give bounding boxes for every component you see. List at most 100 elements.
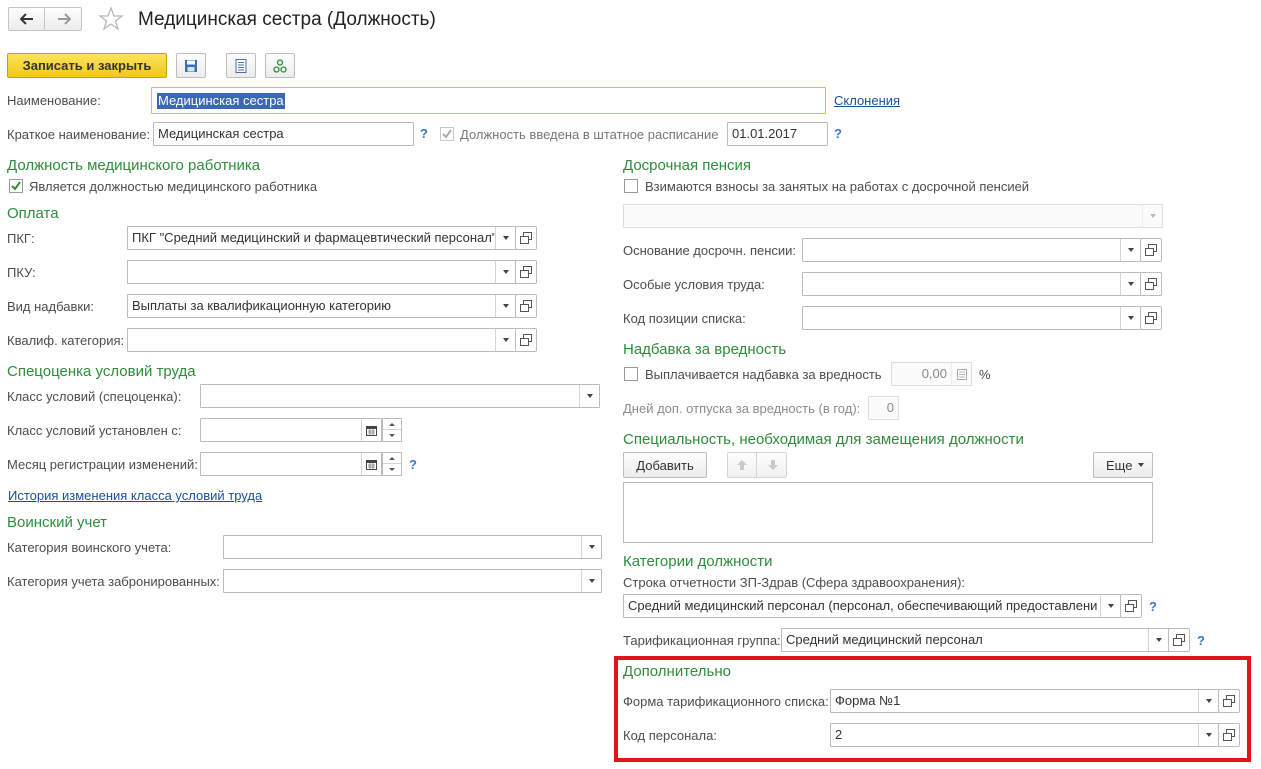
harm-section-title: Надбавка за вредность — [623, 341, 787, 358]
medical-worker-checkbox[interactable] — [9, 179, 23, 193]
pension-basis-open-button[interactable] — [1140, 238, 1162, 262]
spin-down-icon[interactable] — [383, 464, 401, 475]
add-specialty-button[interactable]: Добавить — [623, 452, 707, 478]
position-code-open-button[interactable] — [1140, 306, 1162, 330]
specialty-table[interactable] — [623, 482, 1153, 543]
checkmark-icon — [442, 129, 452, 139]
harm-percent-sign: % — [979, 367, 991, 382]
class-set-date-field[interactable] — [200, 418, 382, 442]
forward-button[interactable] — [46, 8, 82, 30]
pkg-open-button[interactable] — [515, 226, 537, 250]
harm-amount-field[interactable]: 0,00 — [891, 362, 972, 386]
back-button[interactable] — [9, 8, 45, 30]
dropdown-arrow-icon[interactable] — [581, 570, 601, 592]
arrow-left-icon — [19, 13, 33, 25]
pension-basis-field[interactable] — [802, 238, 1141, 262]
calculator-icon[interactable] — [951, 363, 971, 385]
spin-up-icon[interactable] — [383, 419, 401, 430]
open-window-icon — [520, 266, 532, 278]
pku-open-button[interactable] — [515, 260, 537, 284]
dropdown-arrow-icon[interactable] — [495, 329, 515, 351]
dropdown-arrow-icon[interactable] — [1198, 690, 1218, 712]
early-pension-checkbox[interactable] — [624, 179, 638, 193]
short-name-field[interactable]: Медицинская сестра — [153, 122, 414, 146]
spin-up-icon[interactable] — [383, 453, 401, 464]
position-code-label: Код позиции списка: — [623, 311, 746, 326]
staff-code-open-button[interactable] — [1218, 723, 1240, 747]
structure-button[interactable] — [265, 53, 295, 78]
reserved-category-label: Категория учета забронированных: — [7, 574, 220, 589]
pkg-field[interactable]: ПКГ "Средний медицинский и фармацевтичес… — [127, 226, 516, 250]
dropdown-arrow-icon[interactable] — [1120, 239, 1140, 261]
medical-worker-label: Является должностью медицинского работни… — [29, 179, 318, 194]
dropdown-arrow-icon[interactable] — [1148, 629, 1168, 651]
staff-code-field[interactable]: 2 — [830, 723, 1219, 747]
staff-schedule-checkbox[interactable] — [440, 127, 454, 141]
registration-month-spinner[interactable] — [382, 452, 402, 476]
tariff-form-open-button[interactable] — [1218, 689, 1240, 713]
tariff-group-field[interactable]: Средний медицинский персонал — [781, 628, 1169, 652]
staff-date-field[interactable]: 01.01.2017 — [727, 122, 828, 146]
pku-field[interactable] — [127, 260, 516, 284]
save-and-close-button[interactable]: Записать и закрыть — [7, 53, 167, 78]
name-field[interactable]: Медицинская сестра — [151, 87, 826, 114]
registration-month-field[interactable] — [200, 452, 382, 476]
qualification-open-button[interactable] — [515, 328, 537, 352]
declensions-link[interactable]: Склонения — [834, 93, 900, 109]
special-conditions-label: Особые условия труда: — [623, 277, 765, 292]
short-name-help-icon[interactable]: ? — [420, 126, 428, 142]
military-section-title: Воинский учет — [7, 514, 108, 531]
move-up-button[interactable] — [728, 453, 757, 477]
report-line-field[interactable]: Средний медицинский персонал (персонал, … — [623, 594, 1121, 618]
special-conditions-field[interactable] — [802, 272, 1141, 296]
dropdown-arrow-icon[interactable] — [495, 261, 515, 283]
calendar-icon[interactable] — [361, 453, 381, 475]
early-pension-select[interactable] — [623, 204, 1163, 228]
bonus-type-field[interactable]: Выплаты за квалификационную категорию — [127, 294, 516, 318]
class-history-link[interactable]: История изменения класса условий труда — [8, 488, 262, 504]
conditions-class-field[interactable] — [200, 384, 600, 408]
tariff-group-help-icon[interactable]: ? — [1197, 633, 1205, 649]
special-assessment-title: Спецоценка условий труда — [7, 363, 196, 380]
dropdown-arrow-icon[interactable] — [1120, 307, 1140, 329]
harm-amount-value: 0,00 — [921, 366, 947, 381]
class-set-date-label: Класс условий установлен с: — [7, 423, 182, 438]
bonus-type-open-button[interactable] — [515, 294, 537, 318]
qualification-field[interactable] — [127, 328, 516, 352]
dropdown-arrow-icon[interactable] — [1142, 205, 1162, 227]
pku-label: ПКУ: — [7, 265, 36, 280]
class-set-date-spinner[interactable] — [382, 418, 402, 442]
document-list-button[interactable] — [226, 53, 256, 78]
dropdown-arrow-icon[interactable] — [1100, 595, 1120, 617]
save-button[interactable] — [176, 53, 206, 78]
list-document-icon — [235, 58, 247, 73]
report-line-open-button[interactable] — [1120, 594, 1142, 618]
dropdown-arrow-icon[interactable] — [581, 536, 601, 558]
spin-down-icon[interactable] — [383, 430, 401, 441]
military-category-label: Категория воинского учета: — [7, 540, 172, 555]
arrow-up-icon — [737, 460, 747, 470]
military-category-field[interactable] — [223, 535, 602, 559]
calendar-icon[interactable] — [361, 419, 381, 441]
extra-vacation-field[interactable]: 0 — [868, 396, 899, 420]
tariff-form-field[interactable]: Форма №1 — [830, 689, 1219, 713]
special-conditions-open-button[interactable] — [1140, 272, 1162, 296]
more-button[interactable]: Еще — [1093, 452, 1153, 478]
dropdown-arrow-icon[interactable] — [579, 385, 599, 407]
favorite-star-icon[interactable] — [98, 6, 124, 32]
staff-schedule-label: Должность введена в штатное расписание — [460, 127, 719, 142]
report-line-help-icon[interactable]: ? — [1149, 599, 1157, 615]
position-code-field[interactable] — [802, 306, 1141, 330]
staff-date-help-icon[interactable]: ? — [834, 126, 842, 142]
pkg-label: ПКГ: — [7, 231, 35, 246]
dropdown-arrow-icon[interactable] — [495, 295, 515, 317]
reserved-category-field[interactable] — [223, 569, 602, 593]
move-down-button[interactable] — [758, 453, 787, 477]
specialty-section-title: Специальность, необходимая для замещения… — [623, 431, 1024, 448]
dropdown-arrow-icon[interactable] — [1198, 724, 1218, 746]
tariff-group-open-button[interactable] — [1168, 628, 1190, 652]
dropdown-arrow-icon[interactable] — [495, 227, 515, 249]
registration-month-help-icon[interactable]: ? — [409, 457, 417, 473]
dropdown-arrow-icon[interactable] — [1120, 273, 1140, 295]
harm-bonus-checkbox[interactable] — [624, 367, 638, 381]
